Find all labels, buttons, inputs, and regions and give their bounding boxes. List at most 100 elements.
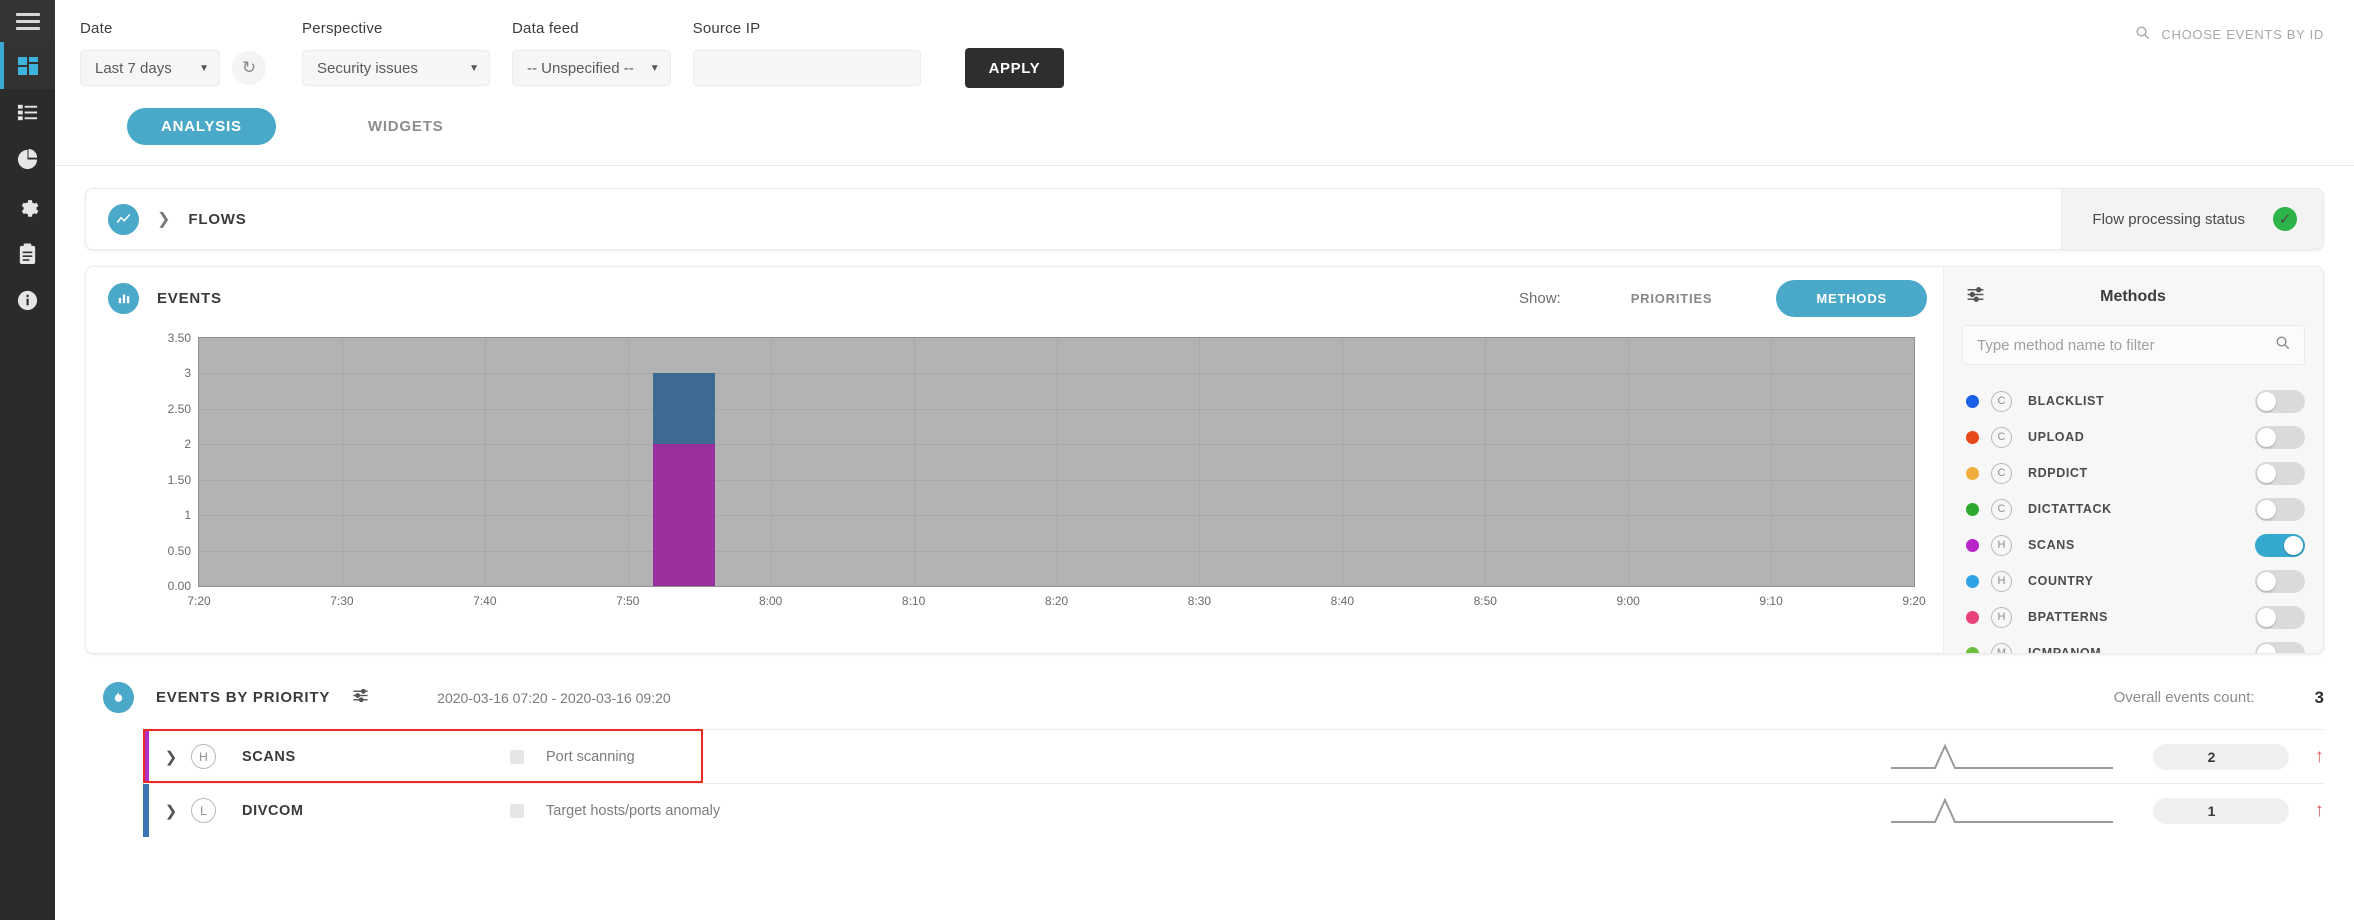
expand-row-chevron-icon[interactable]: ❯: [151, 802, 191, 820]
method-filter[interactable]: [1962, 325, 2305, 365]
chart-bar-segment-divcom[interactable]: [653, 373, 716, 445]
hamburger-icon: [15, 12, 40, 30]
method-row-icmpanom[interactable]: M ICMPANOM: [1944, 635, 2323, 653]
event-description: Port scanning: [546, 748, 635, 765]
x-axis-tick: 7:50: [616, 594, 640, 608]
chart-gridline-v: [1342, 338, 1344, 586]
sidebar-item-reports[interactable]: [0, 136, 55, 183]
method-row-country[interactable]: H COUNTRY: [1944, 563, 2323, 599]
source-ip-input[interactable]: [692, 50, 921, 86]
toggle-knob: [2257, 499, 2276, 519]
method-name: BLACKLIST: [2028, 394, 2105, 408]
method-row-upload[interactable]: C UPLOAD: [1944, 419, 2323, 455]
method-toggle[interactable]: [2255, 425, 2305, 449]
method-color-dot: [1966, 502, 1979, 516]
sidebar-item-dashboard[interactable]: [0, 42, 55, 89]
chart-gridline-v: [1056, 338, 1058, 586]
method-row-dictattack[interactable]: C DICTATTACK: [1944, 491, 2323, 527]
method-color-dot: [1966, 466, 1979, 480]
expand-row-chevron-icon[interactable]: ❯: [151, 748, 191, 766]
method-row-scans[interactable]: H SCANS: [1944, 527, 2323, 563]
flow-status-label: Flow processing status: [2092, 210, 2245, 228]
flows-card[interactable]: ❯ FLOWS Flow processing status ✓: [85, 188, 2324, 250]
search-icon[interactable]: [2275, 335, 2290, 355]
chart-bar[interactable]: [653, 373, 716, 586]
x-axis-tick: 7:20: [187, 594, 211, 608]
choose-events-by-id[interactable]: CHOOSE EVENTS BY ID: [2135, 25, 2324, 43]
sidebar-item-tasks[interactable]: [0, 230, 55, 277]
method-filter-input[interactable]: [1977, 336, 2275, 354]
priority-color-bar: [143, 730, 149, 783]
method-name: COUNTRY: [2028, 574, 2094, 588]
method-toggle[interactable]: [2255, 461, 2305, 485]
clipboard-icon: [16, 242, 39, 265]
sidebar-item-settings[interactable]: [0, 183, 55, 230]
toggle-knob: [2257, 643, 2276, 653]
method-severity-badge: C: [1991, 462, 2012, 484]
x-axis-tick: 8:20: [1044, 594, 1069, 608]
sliders-icon[interactable]: [352, 687, 369, 709]
method-color-dot: [1966, 538, 1979, 552]
overall-events-count: Overall events count: 3: [2114, 688, 2324, 708]
chevron-right-icon[interactable]: ❯: [157, 209, 170, 229]
bar-chart-icon: [108, 282, 139, 314]
date-select[interactable]: Last 7 days ▼: [80, 50, 220, 86]
method-row-blacklist[interactable]: C BLACKLIST: [1944, 383, 2323, 419]
search-icon: [2135, 25, 2150, 43]
chevron-down-icon: ▼: [649, 62, 660, 74]
method-severity-badge: C: [1991, 498, 2012, 520]
sidebar-item-menu[interactable]: [0, 0, 55, 42]
chart-gridline-v: [913, 338, 915, 586]
chart-gridline-v: [341, 338, 343, 586]
refresh-button[interactable]: ↻: [232, 51, 266, 85]
info-icon: [16, 289, 39, 312]
event-count-pill: 2: [2152, 743, 2289, 770]
segment-methods[interactable]: METHODS: [1776, 279, 1927, 317]
x-axis-tick: 8:30: [1187, 594, 1212, 608]
method-toggle[interactable]: [2255, 389, 2305, 413]
events-title: EVENTS: [157, 289, 222, 307]
chart-gridline-v: [627, 338, 629, 586]
table-row[interactable]: ❯ H SCANS Port scanning 2 ↑: [143, 729, 2324, 783]
flow-processing-status: Flow processing status ✓: [2061, 189, 2323, 249]
x-axis-tick: 8:40: [1330, 594, 1355, 608]
y-axis-tick: 3: [184, 366, 191, 381]
dashboard-icon: [16, 54, 40, 78]
sparkline: [1890, 743, 2113, 769]
date-label: Date: [80, 20, 113, 37]
overall-count-label: Overall events count:: [2113, 689, 2255, 706]
chart-plot-area[interactable]: 0.00 0.50 1 1.50 2 2.50 3 3.50 7:20 7:30 7:40 7:50 8…: [168, 331, 1926, 608]
events-header: EVENTS Show: PRIORITIES METHODS: [86, 267, 1943, 329]
methods-title: Methods: [2100, 288, 2166, 305]
method-row-rdpdict[interactable]: C RDPDICT: [1944, 455, 2323, 491]
apply-button[interactable]: APPLY: [964, 48, 1065, 88]
method-color-dot: [1966, 394, 1979, 408]
y-axis-tick: 2: [184, 437, 191, 452]
method-toggle[interactable]: [2255, 497, 2305, 521]
date-select-value: Last 7 days: [95, 59, 172, 77]
segment-priorities[interactable]: PRIORITIES: [1603, 280, 1741, 317]
chart-gridline-v: [484, 338, 486, 586]
sliders-icon[interactable]: [1966, 285, 1985, 309]
event-name: DIVCOM: [242, 802, 304, 819]
tab-analysis[interactable]: ANALYSIS: [127, 108, 276, 145]
method-toggle[interactable]: [2255, 641, 2305, 653]
method-toggle[interactable]: [2255, 569, 2305, 593]
y-axis-tick: 0.00: [167, 579, 191, 593]
chart-bar-segment-scans[interactable]: [653, 444, 716, 586]
events-chart-area: EVENTS Show: PRIORITIES METHODS 0.00 0.50…: [86, 267, 1943, 653]
method-toggle[interactable]: [2255, 605, 2305, 629]
method-toggle[interactable]: [2255, 533, 2305, 557]
sidebar-item-list[interactable]: [0, 89, 55, 136]
event-name: SCANS: [242, 748, 296, 765]
method-severity-badge: C: [1991, 390, 2012, 412]
sidebar-item-info[interactable]: [0, 277, 55, 324]
perspective-select[interactable]: Security issues ▼: [302, 50, 490, 86]
data-feed-select[interactable]: -- Unspecified -- ▼: [512, 50, 671, 86]
table-row[interactable]: ❯ L DIVCOM Target hosts/ports anomaly 1 ↑: [143, 783, 2324, 837]
tab-widgets[interactable]: WIDGETS: [334, 108, 478, 145]
x-axis-tick: 8:10: [901, 594, 926, 608]
y-axis-tick: 3.50: [167, 331, 191, 345]
method-severity-badge: H: [1991, 606, 2012, 628]
method-row-bpatterns[interactable]: H BPATTERNS: [1944, 599, 2323, 635]
